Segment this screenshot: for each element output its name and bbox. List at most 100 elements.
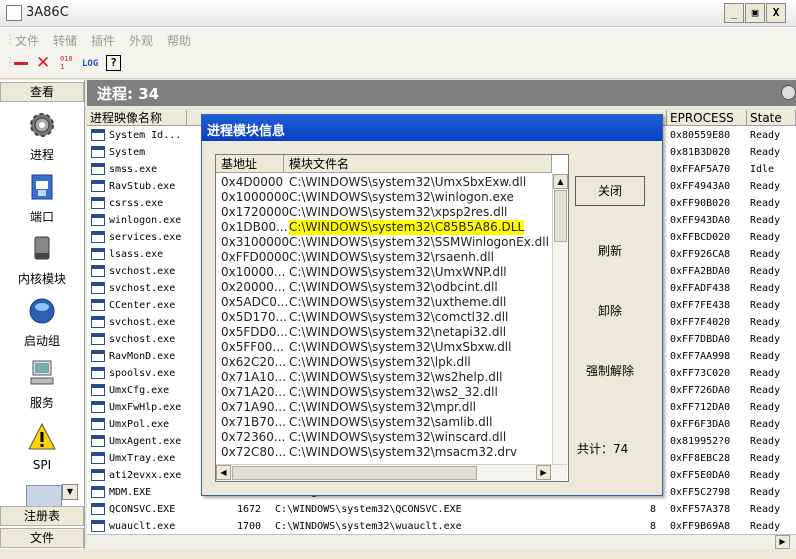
scroll-thumb[interactable] [554, 190, 567, 242]
module-row[interactable]: 0x72360... C:\WINDOWS\system32\winscard.d… [216, 430, 552, 445]
sidebar-item-spi[interactable]: SPI [0, 422, 84, 472]
sidebar-item-kernel-modules[interactable]: 内核模块 [0, 234, 84, 287]
module-list-hscrollbar[interactable]: ◀ ▶ [216, 464, 567, 481]
refresh-button[interactable]: 刷新 [575, 236, 645, 266]
module-row[interactable]: 0x5FF00... C:\WINDOWS\system32\UmxSbxw.dl… [216, 340, 552, 355]
module-row[interactable]: 0x71B70... C:\WINDOWS\system32\samlib.dll [216, 415, 552, 430]
process-eprocess: 0xFF5E0DA0 [670, 470, 731, 481]
hex-icon[interactable]: 0101 [60, 55, 74, 71]
module-file-name: C:\WINDOWS\system32\SSMWinlogonEx.dll [289, 235, 549, 249]
module-base-address: 0x71A10... [221, 370, 286, 384]
module-row[interactable]: 0x5ADC0... C:\WINDOWS\system32\uxtheme.dl… [216, 295, 552, 310]
module-row[interactable]: 0x1000000 C:\WINDOWS\system32\winlogon.ex… [216, 190, 552, 205]
sidebar-header-file[interactable]: 文件 [0, 528, 84, 548]
column-header-base-address[interactable]: 基地址 [216, 155, 284, 173]
menu-appearance[interactable]: 外观 [129, 32, 153, 49]
window-title-bar[interactable]: 3A86C _ ▣ X [0, 0, 796, 27]
globe-icon [29, 298, 55, 324]
module-row[interactable]: 0x3100000 C:\WINDOWS\system32\SSMWinlogon… [216, 235, 552, 250]
column-header-module-file[interactable]: 模块文件名 [284, 155, 552, 173]
sidebar-item-services[interactable]: 服务 [0, 358, 84, 411]
menu-file[interactable]: 文件 [15, 32, 39, 49]
scroll-up-button[interactable]: ▲ [553, 174, 568, 189]
module-row[interactable]: 0xFFD0000 C:\WINDOWS\system32\rsaenh.dll [216, 250, 552, 265]
menu-dump[interactable]: 转储 [53, 32, 77, 49]
module-row[interactable]: 0x1DB00... C:\WINDOWS\system32\C85B5A86.D… [216, 220, 552, 235]
module-list-vscrollbar[interactable]: ▲ [552, 174, 568, 464]
module-row[interactable]: 0x72C80... C:\WINDOWS\system32\msacm32.dr… [216, 445, 552, 460]
table-row[interactable]: wuauclt.exe 1700 C:\WINDOWS\system32\wuauc… [87, 518, 796, 534]
process-icon [91, 214, 105, 226]
column-header-name[interactable]: 进程映像名称 [87, 110, 187, 126]
log-icon[interactable]: LOG [82, 59, 98, 69]
scroll-left-button[interactable]: ◀ [216, 465, 231, 480]
sidebar-item-process[interactable]: 进程 [0, 110, 84, 163]
module-list[interactable]: 基地址 模块文件名 0x4D0000 C:\WINDOWS\system32\Um… [215, 154, 569, 482]
process-state: Ready [750, 181, 781, 192]
module-file-name: C:\WINDOWS\system32\UmxWNP.dll [289, 265, 507, 279]
process-name: services.exe [109, 232, 182, 243]
sidebar-item-port[interactable]: 端口 [0, 172, 84, 225]
process-state: Ready [750, 198, 781, 209]
process-path: C:\WINDOWS\system32\QCONSVC.EXE [275, 504, 462, 515]
module-info-dialog: 进程模块信息 基地址 模块文件名 0x4D0000 C:\WINDOWS\syst… [201, 114, 663, 496]
process-list-hscrollbar[interactable]: ▶ [87, 534, 796, 550]
minimize-button[interactable]: _ [724, 3, 744, 23]
process-name: UmxFwHlp.exe [109, 402, 182, 413]
process-icon [91, 265, 105, 277]
sidebar-item-startup[interactable]: 启动组 [0, 296, 84, 349]
process-icon [91, 418, 105, 430]
window-title: 3A86C [26, 5, 69, 20]
module-base-address: 0x62C20... [221, 355, 287, 369]
minus-icon[interactable] [14, 62, 28, 65]
sidebar-header-registry[interactable]: 注册表 [0, 506, 84, 526]
refresh-icon[interactable] [781, 85, 796, 100]
process-state: Ready [750, 215, 781, 226]
module-row[interactable]: 0x1720000 C:\WINDOWS\system32\xpsp2res.dl… [216, 205, 552, 220]
restore-button[interactable]: ▣ [745, 3, 765, 23]
hscroll-thumb[interactable] [232, 466, 477, 480]
process-name: ati2evxx.exe [109, 470, 182, 481]
module-row[interactable]: 0x71A10... C:\WINDOWS\system32\ws2help.dl… [216, 370, 552, 385]
process-icon [91, 350, 105, 362]
sidebar-item-label: 进程 [29, 148, 54, 162]
module-row[interactable]: 0x71A20... C:\WINDOWS\system32\ws2_32.dll [216, 385, 552, 400]
module-row[interactable]: 0x4D0000 C:\WINDOWS\system32\UmxSbxExw.dl… [216, 175, 552, 190]
process-state: Ready [750, 504, 781, 515]
scroll-right-button[interactable]: ▶ [775, 535, 790, 549]
process-name: System [109, 147, 146, 158]
close-button[interactable]: 关闭 [575, 176, 645, 206]
module-row[interactable]: 0x62C20... C:\WINDOWS\system32\lpk.dll [216, 355, 552, 370]
unload-button[interactable]: 卸除 [575, 296, 645, 326]
table-row[interactable]: QCONSVC.EXE 1672 C:\WINDOWS\system32\QCONS… [87, 501, 796, 518]
process-eprocess: 0xFF7FE438 [670, 300, 731, 311]
module-row[interactable]: 0x5D170... C:\WINDOWS\system32\comctl32.d… [216, 310, 552, 325]
menu-help[interactable]: 帮助 [167, 32, 191, 49]
dialog-title-bar[interactable]: 进程模块信息 [202, 115, 662, 141]
scroll-right-button[interactable]: ▶ [536, 465, 551, 480]
sidebar-header-view[interactable]: 查看 [0, 82, 84, 102]
process-name: UmxAgent.exe [109, 436, 182, 447]
process-eprocess: 0xFF90B020 [670, 198, 731, 209]
process-eprocess: 0xFFAF5A70 [670, 164, 731, 175]
module-file-name: C:\WINDOWS\system32\comctl32.dll [289, 310, 509, 324]
sidebar: 查看 进程 端口 内核模块 启动组 服务 SPI ▼ 注册表 文件 [0, 80, 85, 559]
force-unload-button[interactable]: 强制解除 [568, 356, 652, 386]
module-row[interactable]: 0x5FDD0... C:\WINDOWS\system32\netapi32.d… [216, 325, 552, 340]
sidebar-scroll-down-button[interactable]: ▼ [62, 484, 78, 500]
module-row[interactable]: 0x10000... C:\WINDOWS\system32\UmxWNP.dll [216, 265, 552, 280]
process-state: Ready [750, 232, 781, 243]
module-row[interactable]: 0x20000... C:\WINDOWS\system32\odbcint.dl… [216, 280, 552, 295]
process-state: Ready [750, 317, 781, 328]
column-header-state[interactable]: State [747, 110, 796, 126]
process-state: Ready [750, 385, 781, 396]
help-icon[interactable]: ? [106, 55, 121, 71]
module-row[interactable]: 0x71A90... C:\WINDOWS\system32\mpr.dll [216, 400, 552, 415]
close-window-button[interactable]: X [766, 3, 786, 23]
process-state: Ready [750, 266, 781, 277]
menu-plugins[interactable]: 插件 [91, 32, 115, 49]
module-base-address: 0x5ADC0... [221, 295, 289, 309]
close-icon[interactable]: ✕ [36, 53, 50, 73]
column-header-eprocess[interactable]: EPROCESS [667, 110, 747, 126]
process-path: C:\WINDOWS\system32\wuauclt.exe [275, 521, 462, 532]
